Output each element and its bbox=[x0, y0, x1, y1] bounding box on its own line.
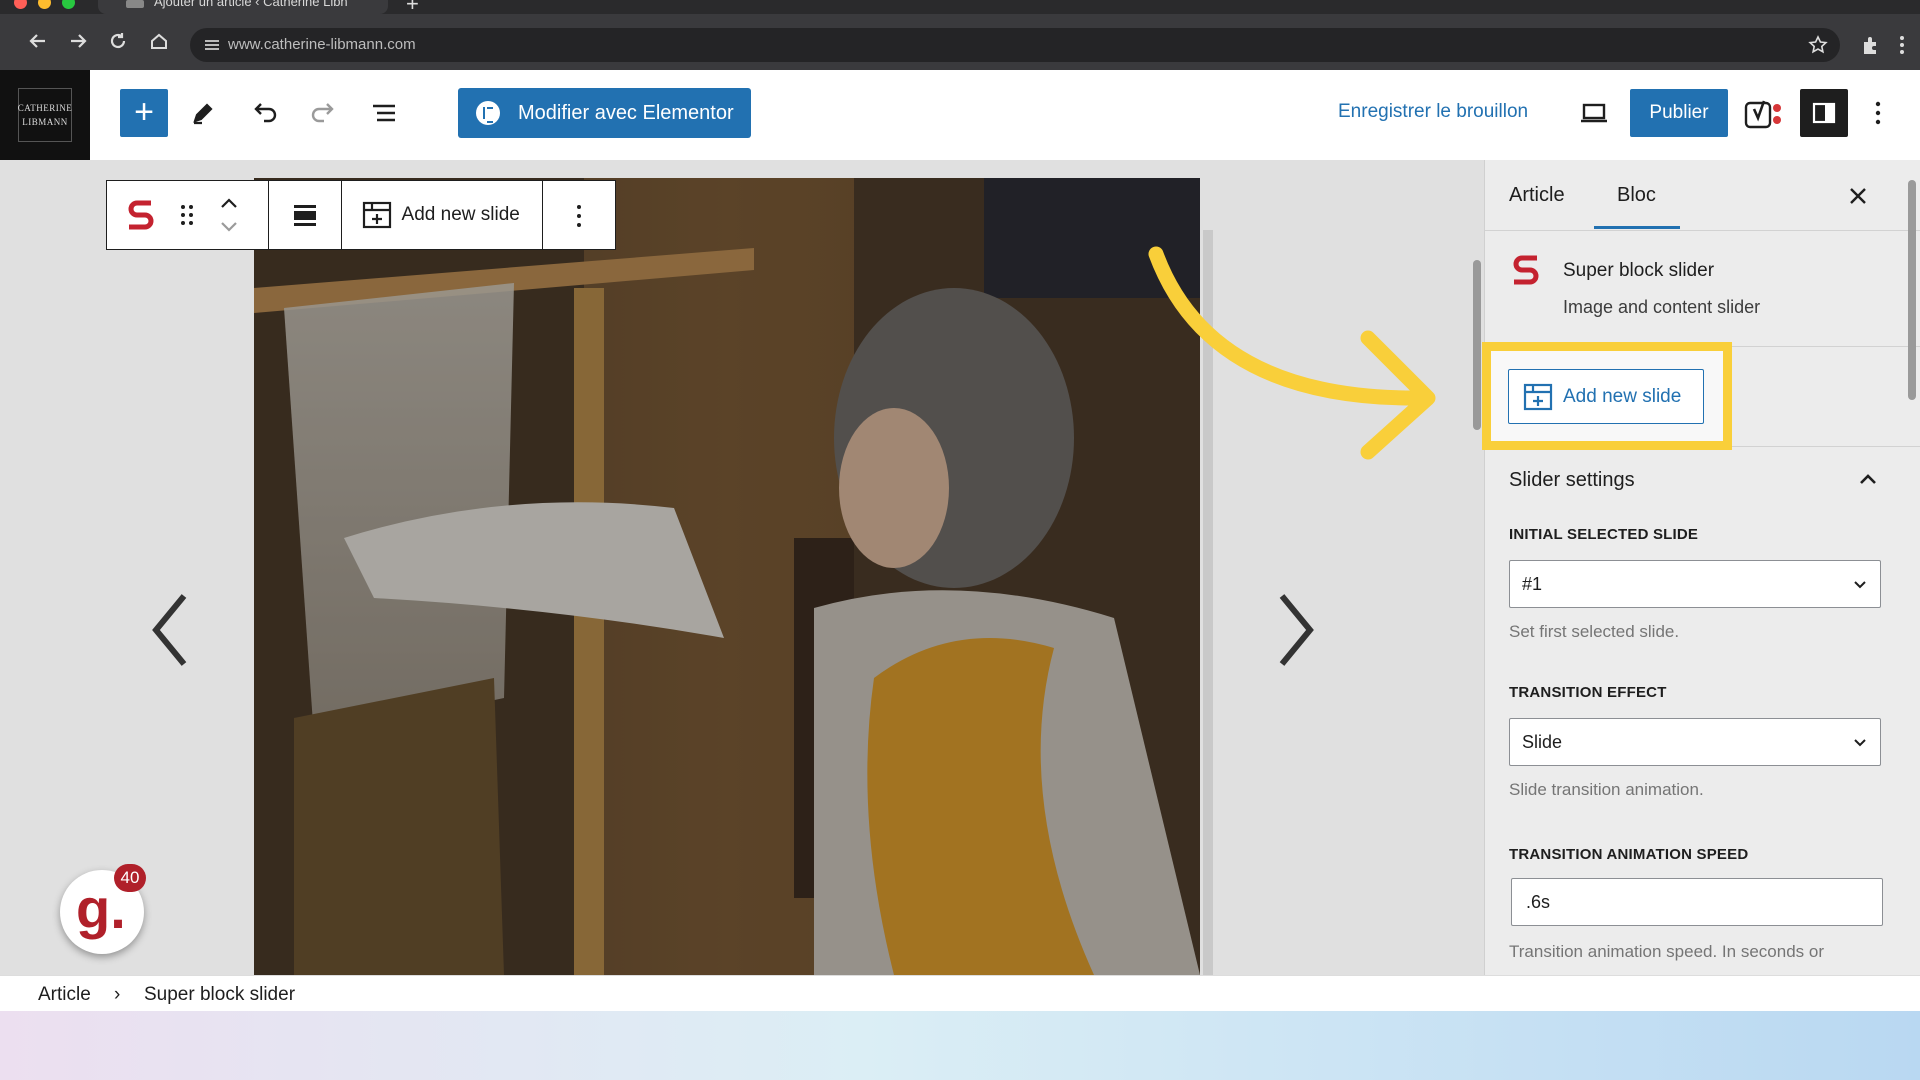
bookmark-star-icon[interactable] bbox=[1808, 35, 1828, 55]
move-down-icon[interactable] bbox=[219, 219, 239, 235]
transition-effect-value: Slide bbox=[1522, 732, 1563, 752]
breadcrumb-separator: › bbox=[114, 984, 121, 1005]
drag-handle-icon[interactable] bbox=[179, 203, 195, 227]
tab-favicon-icon bbox=[126, 0, 144, 8]
maximize-window-icon[interactable] bbox=[62, 0, 75, 9]
logo-line-1: CATHERINE bbox=[17, 103, 73, 113]
align-group bbox=[269, 181, 342, 249]
block-type-group bbox=[107, 181, 269, 249]
chevron-down-icon bbox=[1854, 739, 1866, 747]
active-tab-indicator bbox=[1594, 226, 1680, 229]
pointer-arrow-icon bbox=[1148, 246, 1436, 460]
reload-icon[interactable] bbox=[107, 30, 129, 52]
close-window-icon[interactable] bbox=[14, 0, 27, 9]
logo-line-2: LIBMANN bbox=[22, 117, 68, 127]
block-options-icon[interactable] bbox=[575, 203, 583, 229]
canvas-scrollbar[interactable] bbox=[1470, 160, 1484, 975]
transition-speed-value: .6s bbox=[1526, 892, 1551, 912]
options-menu-icon[interactable] bbox=[1874, 100, 1882, 126]
slider-prev-arrow-icon[interactable] bbox=[150, 590, 190, 670]
block-inserter-button[interactable]: + bbox=[120, 89, 168, 137]
redo-icon[interactable] bbox=[308, 97, 340, 129]
preview-device-icon[interactable] bbox=[1580, 102, 1608, 124]
slider-settings-title[interactable]: Slider settings bbox=[1509, 469, 1635, 492]
publish-button[interactable]: Publier bbox=[1630, 89, 1728, 137]
add-new-slide-label: Add new slide bbox=[1563, 385, 1682, 407]
extensions-icon[interactable] bbox=[1860, 34, 1882, 56]
chevron-down-icon bbox=[1854, 581, 1866, 589]
add-new-slide-button[interactable]: Add new slide bbox=[1508, 369, 1704, 424]
home-icon[interactable] bbox=[148, 30, 170, 52]
chevron-up-icon[interactable] bbox=[1857, 469, 1879, 491]
tab-bloc[interactable]: Bloc bbox=[1617, 184, 1656, 207]
edit-with-elementor-button[interactable]: Modifier avec Elementor bbox=[458, 88, 751, 138]
block-toolbar: Add new slide bbox=[106, 180, 616, 250]
slide-image[interactable] bbox=[254, 178, 1200, 975]
badge-count: 40 bbox=[114, 864, 146, 892]
browser-tab-title: Ajouter un article ‹ Catherine Libn bbox=[154, 0, 348, 9]
sidebar-scrollbar[interactable] bbox=[1904, 160, 1920, 975]
grammarly-badge[interactable]: g. 40 bbox=[60, 864, 146, 954]
breadcrumb-super-block-slider[interactable]: Super block slider bbox=[144, 984, 295, 1006]
browser-menu-icon[interactable] bbox=[1898, 34, 1906, 56]
transition-effect-help: Slide transition animation. bbox=[1509, 780, 1704, 799]
slider-next-arrow-icon[interactable] bbox=[1276, 590, 1316, 670]
transition-speed-label: TRANSITION ANIMATION SPEED bbox=[1509, 846, 1749, 863]
initial-slide-select[interactable]: #1 bbox=[1509, 560, 1881, 608]
save-draft-button[interactable]: Enregistrer le brouillon bbox=[1338, 101, 1528, 123]
add-slide-icon bbox=[1523, 383, 1553, 410]
initial-slide-value: #1 bbox=[1522, 574, 1543, 594]
sidebar-scrollbar-thumb[interactable] bbox=[1908, 180, 1916, 400]
site-logo[interactable]: CATHERINE LIBMANN bbox=[0, 70, 90, 160]
url-text: www.catherine-libmann.com bbox=[228, 36, 416, 53]
add-slide-toolbar-label: Add new slide bbox=[401, 204, 520, 225]
elementor-button-label: Modifier avec Elementor bbox=[518, 101, 734, 124]
tabs-divider bbox=[1485, 230, 1920, 231]
initial-slide-help: Set first selected slide. bbox=[1509, 622, 1680, 641]
undo-icon[interactable] bbox=[248, 97, 280, 129]
back-icon[interactable] bbox=[27, 30, 49, 52]
transition-speed-input[interactable]: .6s bbox=[1511, 878, 1883, 926]
breadcrumb-article[interactable]: Article bbox=[38, 984, 91, 1006]
document-overview-icon[interactable] bbox=[368, 97, 400, 129]
block-breadcrumb: Article › Super block slider bbox=[0, 975, 1920, 1011]
minimize-window-icon[interactable] bbox=[38, 0, 51, 9]
transition-effect-label: TRANSITION EFFECT bbox=[1509, 684, 1667, 701]
transition-speed-help: Transition animation speed. In seconds o… bbox=[1509, 942, 1824, 961]
canvas-scrollbar-thumb[interactable] bbox=[1473, 260, 1481, 430]
yoast-seo-icon[interactable] bbox=[1744, 97, 1784, 131]
elementor-icon bbox=[476, 101, 500, 125]
close-icon[interactable] bbox=[1846, 184, 1870, 208]
block-description: Image and content slider bbox=[1563, 297, 1761, 317]
add-slide-toolbar-button[interactable]: Add new slide bbox=[342, 181, 544, 249]
tab-article[interactable]: Article bbox=[1509, 184, 1565, 207]
browser-tab-strip: Ajouter un article ‹ Catherine Libn + bbox=[0, 0, 1920, 16]
initial-slide-label: INITIAL SELECTED SLIDE bbox=[1509, 526, 1699, 543]
address-bar[interactable] bbox=[190, 28, 1840, 62]
forward-icon[interactable] bbox=[67, 30, 89, 52]
block-title: Super block slider bbox=[1563, 260, 1715, 281]
weaving-photo bbox=[254, 178, 1200, 975]
site-info-icon[interactable] bbox=[204, 38, 220, 52]
align-wide-icon[interactable] bbox=[293, 203, 317, 227]
move-up-icon[interactable] bbox=[219, 195, 239, 211]
super-block-slider-icon[interactable] bbox=[123, 197, 159, 233]
block-options-group bbox=[543, 181, 615, 249]
sidebar-toggle-icon bbox=[1812, 102, 1836, 124]
block-card-icon bbox=[1513, 255, 1539, 285]
settings-toggle-button[interactable] bbox=[1800, 89, 1848, 137]
add-slide-icon bbox=[362, 201, 391, 229]
transition-effect-select[interactable]: Slide bbox=[1509, 718, 1881, 766]
pencil-icon[interactable] bbox=[187, 97, 219, 129]
desktop-background bbox=[0, 1011, 1920, 1080]
settings-sidebar: Article Bloc Super block slider Image an… bbox=[1484, 160, 1920, 975]
